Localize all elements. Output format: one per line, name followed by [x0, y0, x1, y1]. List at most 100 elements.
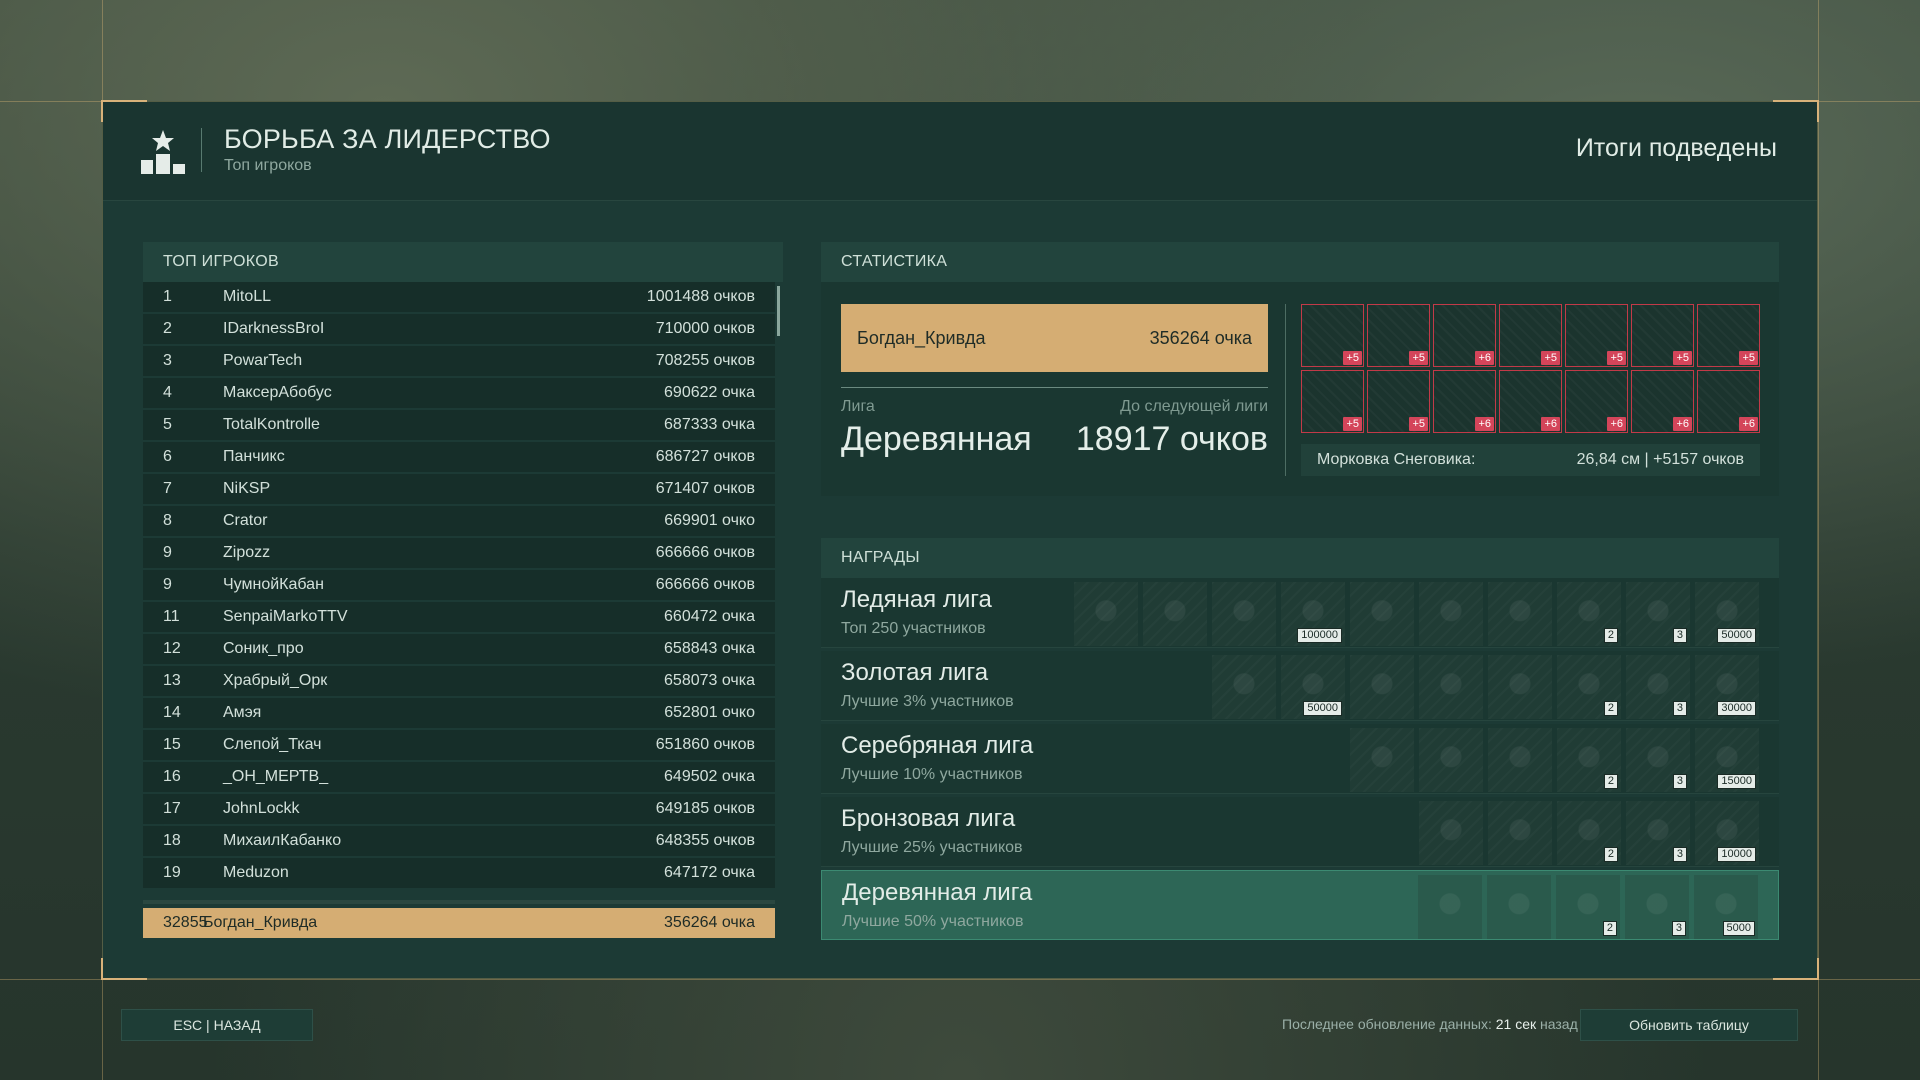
- collected-item[interactable]: +6: [1433, 370, 1496, 433]
- table-row[interactable]: 7 NiKSP 671407 очков: [143, 474, 775, 504]
- reward-item[interactable]: [1419, 582, 1483, 646]
- back-button[interactable]: ESC | НАЗАД: [121, 1009, 313, 1041]
- reward-item[interactable]: 15000: [1695, 728, 1759, 792]
- reward-item[interactable]: [1350, 582, 1414, 646]
- refresh-table-button[interactable]: Обновить таблицу: [1580, 1009, 1798, 1041]
- reward-league-row[interactable]: Серебряная лига Лучшие 10% участников 2 3 15…: [821, 724, 1779, 794]
- reward-item[interactable]: 5000: [1694, 875, 1758, 939]
- player-name: Crator: [223, 512, 268, 529]
- table-row[interactable]: 3 PowarTech 708255 очков: [143, 346, 775, 376]
- table-row[interactable]: 2 IDarknessBroI 710000 очков: [143, 314, 775, 344]
- reward-league-row[interactable]: Ледяная лига Топ 250 участников 100000 2 3 50…: [821, 578, 1779, 648]
- reward-item[interactable]: [1488, 655, 1552, 719]
- table-row[interactable]: 13 Храбрый_Орк 658073 очка: [143, 666, 775, 696]
- reward-item[interactable]: [1487, 875, 1551, 939]
- reward-item[interactable]: 3: [1626, 582, 1690, 646]
- reward-item[interactable]: 2: [1557, 728, 1621, 792]
- table-row[interactable]: 6 Панчикс 686727 очков: [143, 442, 775, 472]
- reward-item[interactable]: 100000: [1281, 582, 1345, 646]
- item-bonus-badge: +5: [1409, 351, 1428, 365]
- reward-item[interactable]: [1350, 728, 1414, 792]
- reward-item[interactable]: [1350, 655, 1414, 719]
- reward-items: 50000 2 3 30000: [1212, 655, 1759, 719]
- collected-item[interactable]: +6: [1499, 370, 1562, 433]
- collected-item[interactable]: +6: [1631, 370, 1694, 433]
- reward-item[interactable]: 3: [1626, 801, 1690, 865]
- reward-amount-tag: 5000: [1722, 921, 1755, 936]
- reward-item[interactable]: [1488, 582, 1552, 646]
- player-name: TotalKontrolle: [223, 416, 320, 433]
- reward-item[interactable]: [1418, 875, 1482, 939]
- collected-item[interactable]: +5: [1367, 370, 1430, 433]
- collected-item[interactable]: +5: [1565, 304, 1628, 367]
- reward-league-row[interactable]: Деревянная лига Лучшие 50% участников 2 3 50…: [821, 870, 1779, 940]
- reward-item[interactable]: [1212, 655, 1276, 719]
- reward-item[interactable]: [1419, 801, 1483, 865]
- reward-item[interactable]: [1488, 728, 1552, 792]
- table-row[interactable]: 17 JohnLockk 649185 очков: [143, 794, 775, 824]
- table-row[interactable]: 9 ЧумнойКабан 666666 очков: [143, 570, 775, 600]
- league-name: Серебряная лига: [841, 732, 1034, 759]
- top-players-list[interactable]: 1 MitoLL 1001488 очков 2 IDarknessBroI 710000…: [143, 282, 775, 890]
- header-divider: [201, 128, 202, 172]
- item-bonus-badge: +5: [1343, 417, 1362, 431]
- player-rank: 6: [163, 448, 172, 465]
- reward-items: 2 3 10000: [1419, 801, 1759, 865]
- reward-item[interactable]: [1419, 728, 1483, 792]
- player-points: 710000 очков: [655, 320, 755, 337]
- collected-item[interactable]: +5: [1301, 304, 1364, 367]
- reward-item[interactable]: [1488, 801, 1552, 865]
- reward-item[interactable]: [1419, 655, 1483, 719]
- reward-item[interactable]: 2: [1557, 655, 1621, 719]
- reward-item[interactable]: [1074, 582, 1138, 646]
- reward-league-row[interactable]: Золотая лига Лучшие 3% участников 50000 2 3 3…: [821, 651, 1779, 721]
- table-row[interactable]: 15 Слепой_Ткач 651860 очков: [143, 730, 775, 760]
- collected-item[interactable]: +5: [1631, 304, 1694, 367]
- reward-item[interactable]: 50000: [1695, 582, 1759, 646]
- item-bonus-badge: +5: [1607, 351, 1626, 365]
- reward-item[interactable]: 50000: [1281, 655, 1345, 719]
- table-row[interactable]: 19 Meduzon 647172 очка: [143, 858, 775, 888]
- table-row[interactable]: 18 МихаилКабанко 648355 очков: [143, 826, 775, 856]
- reward-item[interactable]: 2: [1556, 875, 1620, 939]
- list-scrollbar[interactable]: [777, 286, 780, 336]
- table-row[interactable]: 5 TotalKontrolle 687333 очка: [143, 410, 775, 440]
- statistics-section: СТАТИСТИКА Богдан_Кривда 356264 очка Лиг…: [821, 242, 1779, 496]
- collected-item[interactable]: +5: [1697, 304, 1760, 367]
- reward-item[interactable]: [1143, 582, 1207, 646]
- player-points: 687333 очка: [664, 416, 755, 433]
- reward-item[interactable]: 2: [1557, 582, 1621, 646]
- table-row[interactable]: 14 Амэя 652801 очко: [143, 698, 775, 728]
- reward-amount-tag: 3: [1672, 701, 1687, 716]
- reward-item[interactable]: 3: [1626, 728, 1690, 792]
- collected-item[interactable]: +5: [1367, 304, 1430, 367]
- player-rank: 16: [163, 768, 181, 785]
- table-row[interactable]: 8 Crator 669901 очко: [143, 506, 775, 536]
- table-row[interactable]: 16 _ОН_МЕРТВ_ 649502 очка: [143, 762, 775, 792]
- reward-league-row[interactable]: Бронзовая лига Лучшие 25% участников 2 3 100…: [821, 797, 1779, 867]
- table-row[interactable]: 4 МаксерАбобус 690622 очка: [143, 378, 775, 408]
- reward-item[interactable]: 3: [1625, 875, 1689, 939]
- reward-item[interactable]: 3: [1626, 655, 1690, 719]
- player-rank: 2: [163, 320, 172, 337]
- frame-corner: [1773, 958, 1819, 980]
- player-name: PowarTech: [223, 352, 303, 369]
- carrot-label: Морковка Снеговика:: [1317, 451, 1476, 468]
- league-label: Лига: [841, 398, 875, 415]
- reward-item[interactable]: 2: [1557, 801, 1621, 865]
- table-row[interactable]: 11 SenpaiMarkoTTV 660472 очка: [143, 602, 775, 632]
- reward-item[interactable]: 30000: [1695, 655, 1759, 719]
- collected-item[interactable]: +5: [1301, 370, 1364, 433]
- collected-item[interactable]: +6: [1697, 370, 1760, 433]
- reward-item[interactable]: 10000: [1695, 801, 1759, 865]
- list-bottom-divider: [143, 900, 775, 904]
- table-row[interactable]: 1 MitoLL 1001488 очков: [143, 282, 775, 312]
- reward-item[interactable]: [1212, 582, 1276, 646]
- collected-item[interactable]: +6: [1433, 304, 1496, 367]
- player-rank: 9: [163, 576, 172, 593]
- player-rank: 17: [163, 800, 181, 817]
- table-row[interactable]: 12 Соник_про 658843 очка: [143, 634, 775, 664]
- collected-item[interactable]: +6: [1565, 370, 1628, 433]
- table-row[interactable]: 9 Zipozz 666666 очков: [143, 538, 775, 568]
- collected-item[interactable]: +5: [1499, 304, 1562, 367]
